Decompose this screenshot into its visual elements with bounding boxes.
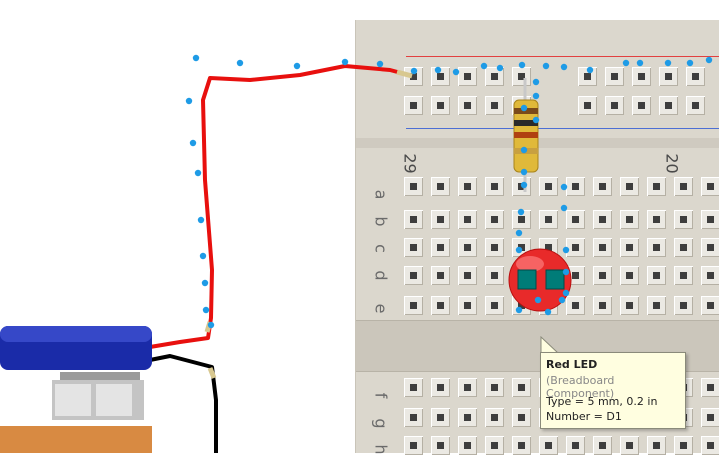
- selection-dot: [705, 56, 713, 64]
- selection-dot: [185, 97, 193, 105]
- selection-dot: [480, 62, 488, 70]
- selection-dot: [199, 252, 207, 260]
- selection-dot: [515, 229, 523, 237]
- breadboard-canvas[interactable]: 29 20 a b c d e f g h Red LED (Breadboar…: [0, 0, 719, 455]
- selection-dot: [544, 308, 552, 316]
- tooltip-type: Type = 5 mm, 0.2 in: [546, 395, 658, 408]
- red-wire[interactable]: [149, 64, 406, 349]
- selection-dot: [622, 59, 630, 67]
- selection-dot: [558, 296, 566, 304]
- selection-dot: [434, 66, 442, 74]
- selection-dot: [201, 279, 209, 287]
- component-tooltip: Red LED (Breadboard Component) Type = 5 …: [540, 352, 686, 429]
- selection-dot: [560, 204, 568, 212]
- selection-dot: [562, 289, 570, 297]
- selection-dot: [293, 62, 301, 70]
- selection-dot: [376, 60, 384, 68]
- selection-dot: [520, 146, 528, 154]
- selection-dot: [532, 116, 540, 124]
- selection-dot: [520, 104, 528, 112]
- tooltip-title: Red LED: [546, 358, 598, 371]
- tooltip-number: Number = D1: [546, 410, 622, 423]
- selection-dot: [686, 59, 694, 67]
- selection-dot: [586, 66, 594, 74]
- selection-dot: [532, 92, 540, 100]
- selection-dot: [202, 306, 210, 314]
- black-wire[interactable]: [149, 354, 218, 453]
- selection-dot: [197, 216, 205, 224]
- selection-dot: [636, 59, 644, 67]
- selection-dot: [518, 61, 526, 69]
- selection-dot: [515, 306, 523, 314]
- selection-dot: [236, 59, 244, 67]
- selection-dot: [496, 64, 504, 72]
- selection-dot: [560, 183, 568, 191]
- selection-dot: [189, 139, 197, 147]
- selection-dot: [207, 321, 215, 329]
- selection-dot: [562, 268, 570, 276]
- selection-dot: [194, 169, 202, 177]
- selection-dot: [532, 78, 540, 86]
- selection-dot: [410, 67, 418, 75]
- selection-dot: [517, 208, 525, 216]
- selection-dot: [452, 68, 460, 76]
- selection-dot: [192, 54, 200, 62]
- selection-dot: [534, 296, 542, 304]
- selection-path: [185, 54, 713, 329]
- selection-dot: [515, 246, 523, 254]
- battery-holder-icon[interactable]: [0, 326, 152, 453]
- selection-dot: [562, 246, 570, 254]
- selection-dot: [341, 58, 349, 66]
- selection-dot: [664, 59, 672, 67]
- selection-dot: [542, 62, 550, 70]
- selection-dot: [520, 168, 528, 176]
- selection-dot: [520, 181, 528, 189]
- selection-dot: [560, 63, 568, 71]
- red-wire-end-pin: [396, 69, 413, 79]
